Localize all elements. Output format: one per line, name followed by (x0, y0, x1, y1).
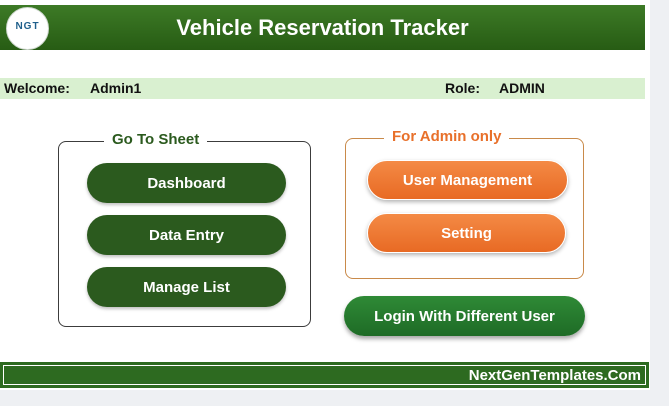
footer-link[interactable]: NextGenTemplates.Com (469, 367, 641, 384)
user-management-button[interactable]: User Management (367, 160, 568, 200)
window-edge (650, 0, 669, 406)
goto-sheet-title: Go To Sheet (104, 131, 208, 148)
welcome-label: Welcome: (4, 80, 70, 96)
footer-bar: NextGenTemplates.Com (0, 362, 649, 388)
role-value: ADMIN (499, 80, 545, 96)
admin-only-title: For Admin only (384, 128, 510, 145)
app-header: NGT Vehicle Reservation Tracker (0, 5, 645, 50)
role-label: Role: (445, 80, 480, 96)
manage-list-button[interactable]: Manage List (87, 267, 286, 307)
app-title: Vehicle Reservation Tracker (176, 14, 469, 40)
user-info-bar: Welcome: Admin1 Role: ADMIN (0, 78, 645, 99)
setting-button[interactable]: Setting (367, 213, 566, 253)
dashboard-button[interactable]: Dashboard (87, 163, 286, 203)
username: Admin1 (90, 80, 142, 96)
window-bottom-edge (0, 390, 669, 406)
data-entry-button[interactable]: Data Entry (87, 215, 286, 255)
login-different-user-button[interactable]: Login With Different User (344, 296, 585, 336)
